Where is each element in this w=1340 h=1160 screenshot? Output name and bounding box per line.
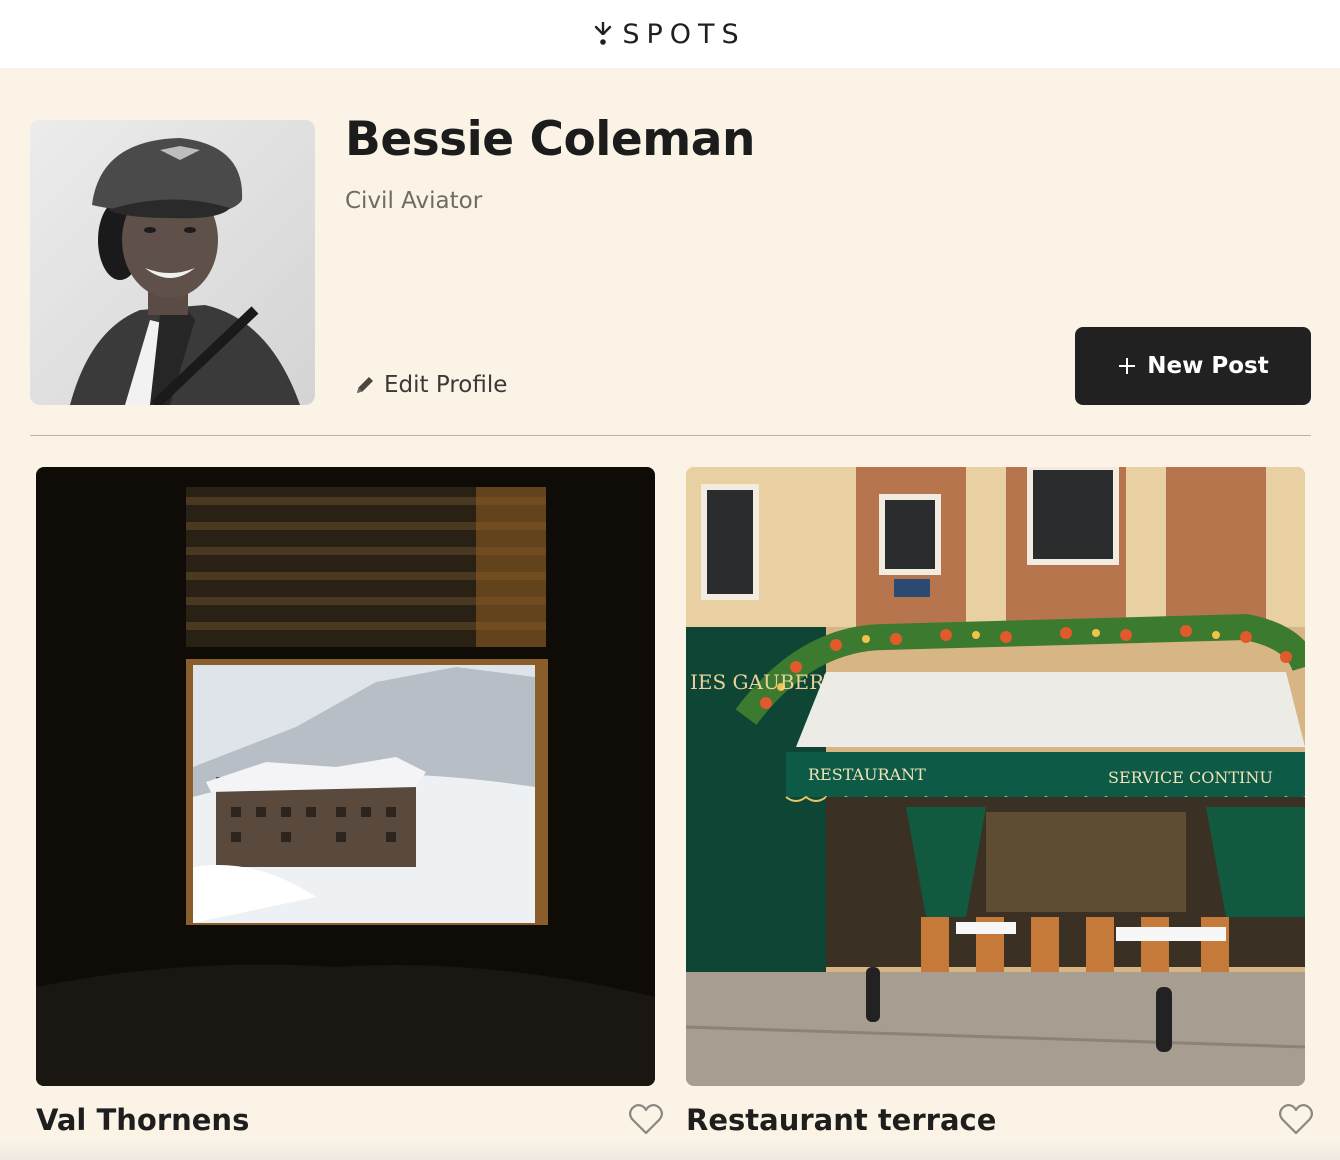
card-image[interactable]: IES GAUBERT RESTAURANT SERVICE CONTINU — [686, 467, 1305, 1086]
heart-outline-icon — [1279, 1104, 1313, 1135]
section-divider — [30, 435, 1311, 436]
snowy-village-through-window-photo — [36, 467, 655, 1086]
profile-role: Civil Aviator — [345, 188, 483, 214]
logo[interactable]: SPOTS — [594, 19, 745, 50]
pencil-icon — [357, 377, 373, 393]
like-button[interactable] — [628, 1102, 664, 1136]
logo-text: SPOTS — [622, 18, 746, 50]
top-bar: SPOTS — [0, 0, 1340, 68]
card-title: Restaurant terrace — [686, 1103, 997, 1137]
heart-outline-icon — [629, 1104, 663, 1135]
like-button[interactable] — [1278, 1102, 1314, 1136]
storefront-sign: IES GAUBERT — [690, 670, 838, 694]
card-image[interactable] — [36, 467, 655, 1086]
portrait-photo — [30, 120, 315, 405]
edit-profile-button[interactable]: Edit Profile — [354, 372, 507, 398]
awning-right-text: SERVICE CONTINU — [1108, 768, 1273, 787]
edit-profile-label: Edit Profile — [384, 372, 508, 398]
plus-icon — [1119, 358, 1136, 374]
paris-cafe-terrace-photo: IES GAUBERT RESTAURANT SERVICE CONTINU — [686, 467, 1305, 1086]
profile-name: Bessie Coleman — [345, 112, 755, 167]
new-post-label: New Post — [1147, 353, 1269, 379]
bottom-fade — [0, 1140, 1340, 1160]
sprout-arrow-icon — [595, 22, 612, 45]
awning-left-text: RESTAURANT — [808, 765, 926, 784]
profile-avatar — [30, 120, 315, 405]
new-post-button[interactable]: New Post — [1075, 327, 1311, 405]
card-title: Val Thornens — [36, 1103, 250, 1137]
